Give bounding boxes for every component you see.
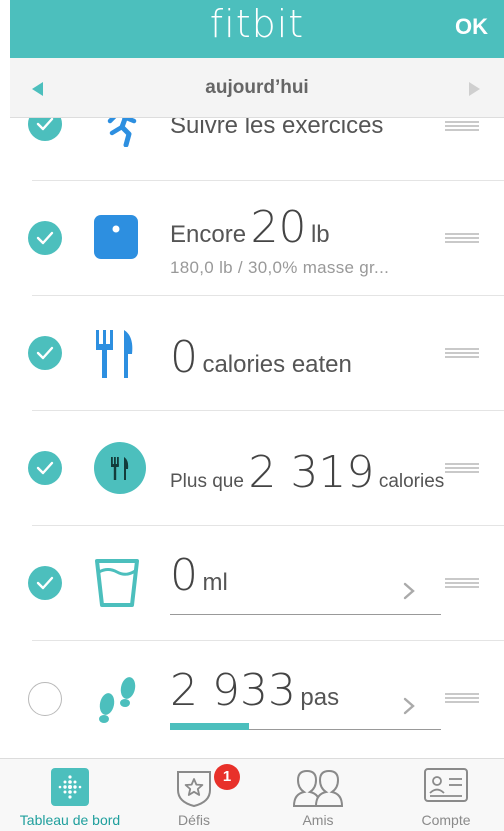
weight-remaining-value: 20 [250,202,307,253]
exercise-label: Suivre les exercices [170,118,384,139]
tab-friends[interactable]: Amis [248,759,388,831]
calories-remaining-value: 2 319 [248,447,375,498]
tile-row-water[interactable]: 0 ml [0,526,504,641]
tile-row-weight[interactable]: Encore 20 lb 180,0 lb / 30,0% masse gr..… [0,181,504,296]
tile-row-steps[interactable]: 2 933 pas [0,641,504,756]
chevron-right-icon[interactable] [402,581,416,601]
drag-handle-icon[interactable] [445,121,479,131]
date-navigation-bar: aujourd’hui [10,58,504,118]
water-input-underline [170,614,441,615]
ok-button[interactable]: OK [455,14,488,40]
tab-account[interactable]: Compte [388,759,504,831]
calories-eaten-text: 0 calories eaten [170,332,352,383]
tile-visible-checkbox[interactable] [28,566,62,600]
tile-row-exercise[interactable]: Suivre les exercices [0,118,504,181]
fitbit-logo: fitbit [209,2,305,46]
account-card-icon [424,768,468,807]
drag-handle-icon[interactable] [445,693,479,703]
tab-challenges[interactable]: 1 Défis [140,759,248,831]
calories-eaten-value: 0 [170,332,198,383]
tab-label: Tableau de bord [19,812,121,828]
calories-remaining-prefix: Plus que [170,471,244,492]
drag-handle-icon[interactable] [445,348,479,358]
water-text: 0 ml [170,550,228,601]
fork-knife-icon [94,330,142,378]
water-unit: ml [202,569,228,596]
tile-row-calories-remaining[interactable]: Plus que 2 319 calories [0,411,504,526]
friends-icon [290,768,346,813]
tab-dashboard[interactable]: Tableau de bord [0,759,140,831]
water-value: 0 [170,550,198,601]
steps-value: 2 933 [170,665,296,716]
tile-visible-checkbox[interactable] [28,451,62,485]
steps-text: 2 933 pas [170,665,339,716]
tile-visible-checkbox[interactable] [28,118,62,141]
tile-visible-checkbox[interactable] [28,682,62,716]
scale-icon [94,215,142,263]
steps-progress-bar [170,723,249,730]
tile-visible-checkbox[interactable] [28,221,62,255]
tab-label: Compte [421,812,471,828]
weight-prefix: Encore [170,221,247,248]
drag-handle-icon[interactable] [445,463,479,473]
next-day-arrow-icon[interactable] [469,82,480,96]
star-badge-icon [176,768,212,813]
footsteps-icon [94,674,142,723]
dashboard-icon [51,768,89,811]
weight-unit: lb [310,221,330,248]
drag-handle-icon[interactable] [445,578,479,588]
tab-label: Défis [178,812,210,828]
tab-label: Amis [302,812,334,828]
tile-visible-checkbox[interactable] [28,336,62,370]
water-glass-icon [94,558,142,607]
drag-handle-icon[interactable] [445,233,479,243]
calories-eaten-unit: calories eaten [202,351,352,378]
dashboard-tile-list[interactable]: Suivre les exercices Encore 20 lb 180,0 … [0,118,504,758]
steps-unit: pas [300,684,340,711]
bottom-tab-bar: Tableau de bord 1 Défis Amis Compte [0,758,504,831]
tile-row-food[interactable]: 0 calories eaten [0,296,504,411]
chevron-right-icon[interactable] [402,696,416,716]
plate-icon [94,442,146,494]
running-person-icon [94,118,142,148]
weight-goal-text: Encore 20 lb [170,202,330,253]
calories-remaining-text: Plus que 2 319 calories [170,447,444,498]
notification-badge: 1 [214,764,240,790]
calories-remaining-unit: calories [378,471,445,492]
current-date-label: aujourd’hui [205,77,309,98]
app-header: fitbit OK [10,0,504,58]
weight-subtext: 180,0 lb / 30,0% masse gr... [170,258,390,277]
